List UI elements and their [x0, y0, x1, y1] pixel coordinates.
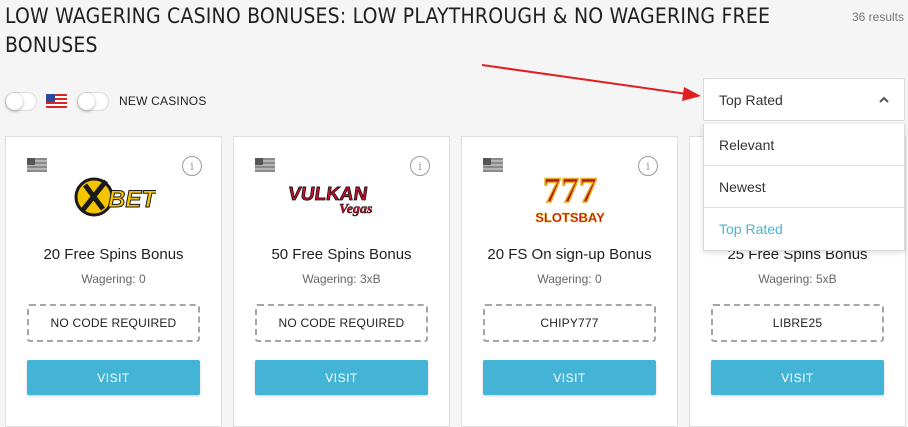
- svg-text:BET: BET: [108, 186, 156, 213]
- country-toggle[interactable]: [5, 91, 37, 111]
- page-title: LOW WAGERING CASINO BONUSES: LOW PLAYTHR…: [5, 4, 771, 57]
- svg-text:Vegas: Vegas: [339, 202, 373, 217]
- sort-option-relevant[interactable]: Relevant: [704, 124, 904, 166]
- chevron-up-icon: [879, 96, 889, 103]
- wagering-text: Wagering: 0: [81, 272, 146, 286]
- bonus-code-box[interactable]: CHIPY777: [483, 304, 656, 342]
- svg-text:SLOTSBAY: SLOTSBAY: [535, 210, 605, 225]
- vulkan-vegas-logo[interactable]: VULKAN Vegas: [234, 167, 449, 227]
- visit-button[interactable]: VISIT: [27, 360, 200, 395]
- bonus-code-box[interactable]: LIBRE25: [711, 304, 884, 342]
- filters-bar: NEW CASINOS: [5, 91, 207, 111]
- bonus-title: 50 Free Spins Bonus: [271, 246, 412, 263]
- sort-menu: Relevant Newest Top Rated: [703, 124, 905, 251]
- new-casinos-label: NEW CASINOS: [119, 94, 207, 108]
- svg-text:777: 777: [543, 170, 597, 210]
- us-flag-icon: [46, 94, 67, 108]
- casino-card: i BET 20 Free Spins Bonus Wagering: 0 NO…: [5, 136, 222, 427]
- bonus-title: 20 FS On sign-up Bonus: [487, 246, 652, 263]
- pointer-arrow-icon: [481, 64, 701, 101]
- visit-button[interactable]: VISIT: [483, 360, 656, 395]
- casino-card: i VULKAN Vegas 50 Free Spins Bonus Wager…: [233, 136, 450, 427]
- sort-option-newest[interactable]: Newest: [704, 166, 904, 208]
- bonus-code-box[interactable]: NO CODE REQUIRED: [27, 304, 200, 342]
- visit-button[interactable]: VISIT: [255, 360, 428, 395]
- xbet-logo[interactable]: BET: [6, 167, 221, 227]
- bonus-title: 20 Free Spins Bonus: [43, 246, 184, 263]
- casino-card: i 777 SLOTSBAY 20 FS On sign-up Bonus Wa…: [461, 136, 678, 427]
- wagering-text: Wagering: 0: [537, 272, 602, 286]
- bonus-code-box[interactable]: NO CODE REQUIRED: [255, 304, 428, 342]
- results-count: 36 results: [851, 10, 904, 24]
- wagering-text: Wagering: 3xB: [302, 272, 381, 286]
- visit-button[interactable]: VISIT: [711, 360, 884, 395]
- new-casinos-toggle[interactable]: [77, 91, 109, 111]
- wagering-text: Wagering: 5xB: [758, 272, 837, 286]
- sort-dropdown[interactable]: Top Rated: [703, 78, 905, 121]
- sort-option-top-rated[interactable]: Top Rated: [704, 208, 904, 250]
- slotsbay-logo[interactable]: 777 SLOTSBAY: [462, 167, 677, 227]
- sort-selected-label: Top Rated: [719, 91, 783, 108]
